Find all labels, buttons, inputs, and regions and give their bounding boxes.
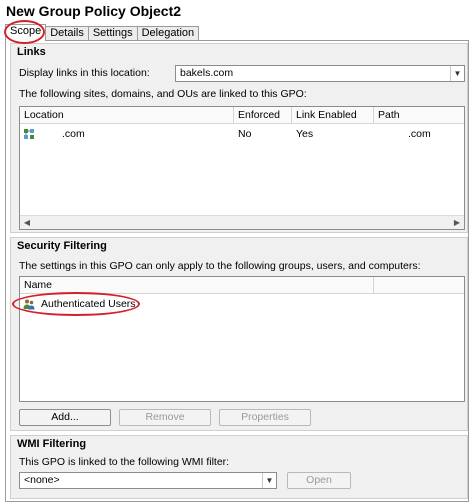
remove-button[interactable]: Remove: [119, 409, 211, 426]
chevron-down-icon[interactable]: ▼: [450, 66, 464, 81]
links-description: The following sites, domains, and OUs ar…: [19, 88, 307, 100]
links-heading: Links: [17, 46, 46, 58]
row-location: .com: [62, 128, 85, 140]
tab-details[interactable]: Details: [45, 26, 89, 41]
column-name[interactable]: Name: [20, 277, 374, 293]
links-list[interactable]: Location Enforced Link Enabled Path .com…: [19, 106, 465, 230]
column-location[interactable]: Location: [20, 107, 234, 123]
security-filtering-heading: Security Filtering: [17, 240, 107, 252]
properties-button[interactable]: Properties: [219, 409, 311, 426]
chevron-down-icon[interactable]: ▼: [262, 473, 276, 488]
column-path[interactable]: Path: [374, 107, 466, 123]
scope-annotation-circle: [4, 20, 45, 44]
security-description: The settings in this GPO can only apply …: [19, 260, 421, 272]
scroll-right-icon[interactable]: ▶: [450, 216, 464, 229]
wmi-description: This GPO is linked to the following WMI …: [19, 456, 230, 468]
wmi-filter-value: <none>: [24, 474, 60, 486]
authenticated-users-annotation-circle: [12, 292, 140, 316]
tab-delegation[interactable]: Delegation: [136, 26, 200, 41]
table-row[interactable]: .com No Yes .com: [20, 126, 464, 142]
add-button[interactable]: Add...: [19, 409, 111, 426]
column-link-enabled[interactable]: Link Enabled: [292, 107, 374, 123]
scope-panel: Links Display links in this location: ba…: [5, 40, 469, 502]
wmi-filtering-heading: WMI Filtering: [17, 438, 87, 450]
gpo-title: New Group Policy Object2: [6, 3, 182, 19]
row-enforced: No: [238, 128, 252, 140]
scroll-left-icon[interactable]: ◀: [20, 216, 34, 229]
location-select[interactable]: bakels.com ▼: [175, 65, 465, 82]
links-list-header: Location Enforced Link Enabled Path: [20, 107, 464, 124]
security-filtering-section: Security Filtering The settings in this …: [10, 237, 468, 431]
location-select-value: bakels.com: [180, 67, 234, 79]
wmi-filter-select[interactable]: <none> ▼: [19, 472, 277, 489]
open-button[interactable]: Open: [287, 472, 351, 489]
links-section: Links Display links in this location: ba…: [10, 43, 468, 233]
tab-settings[interactable]: Settings: [87, 26, 138, 41]
display-links-label: Display links in this location:: [19, 67, 150, 79]
domain-icon: [23, 128, 35, 140]
row-path: .com: [408, 128, 431, 140]
wmi-filtering-section: WMI Filtering This GPO is linked to the …: [10, 435, 468, 499]
row-link-enabled: Yes: [296, 128, 314, 140]
links-horizontal-scrollbar[interactable]: ◀ ▶: [20, 215, 464, 229]
column-enforced[interactable]: Enforced: [234, 107, 292, 123]
